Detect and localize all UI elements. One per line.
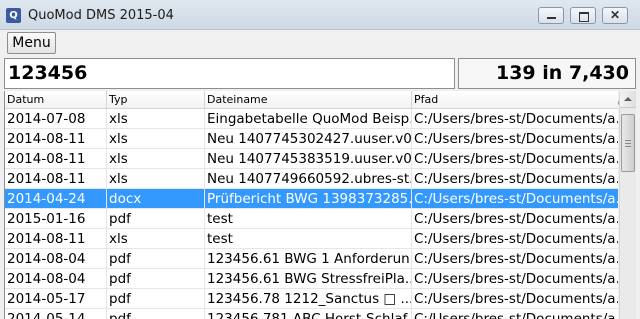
cell-date: 2014-08-11 [5,149,107,169]
cell-path: C:/Users/bres-st/Documents/a... [414,291,618,307]
minimize-button[interactable] [538,7,564,24]
cell-path: C:/Users/bres-st/Documents/a... [414,231,618,247]
cell-path: C:/Users/bres-st/Documents/a... [412,309,618,319]
cell-type: pdf [107,209,205,229]
cell-path: C:/Users/bres-st/Documents/a... [414,251,618,267]
window-title: QuoMod DMS 2015-04 [28,8,174,23]
menu-button[interactable]: Menu [7,32,56,54]
cell-filename: test [205,209,412,229]
column-header-filename[interactable]: Dateiname [205,91,412,109]
table-body: 2014-07-08 xls Eingabetabelle QuoMod Beisp… [5,109,618,319]
close-icon: ✕ [609,8,621,22]
app-icon: Q [6,8,21,23]
table-row[interactable]: 2014-04-24 docx Prüfbericht BWG 1398373285… [5,189,618,209]
grip-line [625,146,631,147]
cell-filename: 123456.61 BWG StressfreiPla... [207,269,412,289]
results-table: Datum Typ Dateiname Pfad 2014-07-08 xls Ei… [4,91,618,319]
cell-type: xls [107,129,205,149]
table-row[interactable]: 2014-07-08 xls Eingabetabelle QuoMod Beisp… [5,109,618,129]
scroll-thumb[interactable] [621,114,635,172]
column-header-date[interactable]: Datum [5,91,107,109]
maximize-icon [571,8,595,23]
grip-line [625,143,631,144]
cell-filename: test [205,229,412,249]
table-row[interactable]: 2014-08-04 pdf 123456.61 BWG 1 Anforderun.… [5,249,618,269]
cell-type: pdf [107,249,205,269]
table-row[interactable]: 2014-05-14 pdf 123456.781 ABC Horst-Schlaf… [5,309,618,319]
vertical-scrollbar[interactable] [619,91,636,319]
table-row[interactable]: 2014-08-11 xls Neu 1407745383519.uuser.v0.… [5,149,618,169]
cell-type: xls [107,229,205,249]
cell-path: C:/Users/bres-st/Documents/a... [414,151,618,167]
table-row[interactable]: 2014-05-17 pdf 123456.78 1212_Sanctus □ ..… [5,289,618,309]
minimize-icon [539,8,563,23]
table-row[interactable]: 2014-08-04 pdf 123456.61 BWG StressfreiPla… [5,269,618,289]
cell-date: 2014-08-11 [5,129,107,149]
cell-filename: 123456.61 BWG 1 Anforderun... [207,249,412,269]
cell-path: C:/Users/bres-st/Documents/a... [414,191,618,207]
table-row[interactable]: 2014-08-11 xls test C:/Users/bres-st/Docume… [5,229,618,249]
column-header-path[interactable]: Pfad [412,91,618,109]
search-input[interactable]: 123456 [4,58,455,89]
cell-filename: Eingabetabelle QuoMod Beisp... [207,109,412,129]
cell-path: C:/Users/bres-st/Documents/a... [414,111,618,127]
table-row[interactable]: 2015-01-16 pdf test C:/Users/bres-st/Docume… [5,209,618,229]
cell-type: docx [107,189,205,209]
cell-type: xls [107,169,205,189]
cell-date: 2014-04-24 [5,189,107,209]
cell-filename: 123456.781 ABC Horst-Schlaf... [205,309,412,319]
cell-date: 2015-01-16 [5,209,107,229]
scroll-up-arrow-icon[interactable] [620,91,636,108]
maximize-button[interactable] [570,7,596,24]
cell-path: C:/Users/bres-st/Documents/a... [414,211,618,227]
cell-type: pdf [107,289,205,309]
cell-type: pdf [107,309,205,319]
window-titlebar[interactable]: Q QuoMod DMS 2015-04 ✕ [0,0,640,30]
cell-path: C:/Users/bres-st/Documents/a... [414,131,618,147]
cell-type: xls [107,149,205,169]
cell-path: C:/Users/bres-st/Documents/a... [414,171,618,187]
cell-path: C:/Users/bres-st/Documents/a... [414,271,618,287]
table-row[interactable]: 2014-08-11 xls Neu 1407745302427.uuser.v0.… [5,129,618,149]
cell-type: xls [107,109,205,129]
cell-filename: Neu 1407749660592.ubres-st... [207,169,412,189]
cell-date: 2014-07-08 [5,109,107,129]
cell-date: 2014-05-14 [5,309,107,319]
column-header-type[interactable]: Typ [107,91,205,109]
cell-date: 2014-05-17 [5,289,107,309]
cell-filename: 123456.78 1212_Sanctus □ ... [207,289,412,309]
cell-date: 2014-08-04 [5,269,107,289]
table-header: Datum Typ Dateiname Pfad [5,91,618,109]
cell-date: 2014-08-04 [5,249,107,269]
cell-type: pdf [107,269,205,289]
cell-filename: Neu 1407745383519.uuser.v0... [207,149,412,169]
cell-filename: Neu 1407745302427.uuser.v0... [207,129,412,149]
cell-filename: Prüfbericht BWG 1398373285... [207,189,412,209]
cell-date: 2014-08-11 [5,229,107,249]
table-row[interactable]: 2014-08-11 xls Neu 1407749660592.ubres-st.… [5,169,618,189]
close-button[interactable]: ✕ [602,7,628,24]
cell-date: 2014-08-11 [5,169,107,189]
grip-line [625,140,631,141]
result-count: 139 in 7,430 sec [458,58,636,113]
